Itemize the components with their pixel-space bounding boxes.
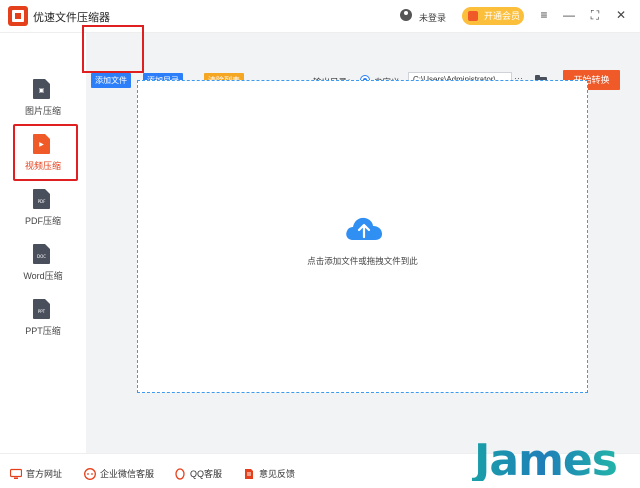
qq-penguin-icon <box>175 468 185 480</box>
word-file-icon: DOC <box>33 244 50 264</box>
sidebar-item-label: 图片压缩 <box>24 106 61 116</box>
feedback-label: 意见反馈 <box>259 469 296 479</box>
feedback-link[interactable]: 意见反馈 <box>243 468 295 480</box>
sidebar-item-label: PPT压缩 <box>25 326 61 336</box>
james-watermark: James <box>472 435 618 481</box>
toolbar: 添加文件 添加目录 清除列表 输出目录： 自定义 C:\Users\Admini… <box>86 33 640 90</box>
watermark-text: James <box>472 435 617 481</box>
minimize-icon[interactable]: — <box>562 8 576 22</box>
highlight-box-sidebar <box>13 124 78 181</box>
monitor-icon <box>10 468 22 479</box>
sidebar-item-image[interactable]: ▣ 图片压缩 <box>0 75 86 129</box>
main-panel: 添加文件 添加目录 清除列表 输出目录： 自定义 C:\Users\Admini… <box>86 33 640 453</box>
ppt-file-icon: PPT <box>33 299 50 319</box>
official-site-link[interactable]: 官方网址 <box>10 468 62 480</box>
vip-label: 开通会员 <box>484 11 521 21</box>
cloud-upload-icon <box>346 217 382 240</box>
sidebar-item-label: Word压缩 <box>23 271 63 281</box>
maximize-icon[interactable]: ⛶ <box>588 8 602 22</box>
add-file-button[interactable]: 添加文件 <box>91 73 131 88</box>
highlight-box-add-file <box>82 25 144 73</box>
close-icon[interactable]: ✕ <box>614 8 628 22</box>
sidebar-item-pdf[interactable]: PDF PDF压缩 <box>0 185 86 239</box>
user-icon[interactable] <box>400 9 412 21</box>
wechat-support-label: 企业微信客服 <box>100 469 155 479</box>
pdf-file-icon: PDF <box>33 189 50 209</box>
official-site-label: 官方网址 <box>26 469 63 479</box>
app-title: 优速文件压缩器 <box>33 12 110 24</box>
menu-icon[interactable]: ≡ <box>537 8 551 22</box>
sidebar-item-label: PDF压缩 <box>24 216 61 226</box>
image-file-icon: ▣ <box>33 79 50 99</box>
login-status[interactable]: 未登录 <box>419 11 446 24</box>
sidebar-item-word[interactable]: DOC Word压缩 <box>0 240 86 294</box>
vip-icon <box>468 11 478 21</box>
sidebar: ▣ 图片压缩 ▶ 视频压缩 PDF PDF压缩 DOC Word压缩 PPT P… <box>0 33 86 453</box>
qq-support-label: QQ客服 <box>190 469 223 479</box>
sidebar-item-ppt[interactable]: PPT PPT压缩 <box>0 295 86 349</box>
qq-support-link[interactable]: QQ客服 <box>174 468 222 480</box>
chat-bubble-icon <box>84 468 96 480</box>
feedback-icon <box>245 469 253 479</box>
app-logo-icon <box>8 6 28 26</box>
wechat-support-link[interactable]: 企业微信客服 <box>84 468 154 480</box>
file-drop-zone[interactable]: 点击添加文件或拖拽文件到此 <box>137 80 588 393</box>
vip-button[interactable]: 开通会员 <box>462 7 524 25</box>
drop-hint-text: 点击添加文件或拖拽文件到此 <box>307 256 418 266</box>
